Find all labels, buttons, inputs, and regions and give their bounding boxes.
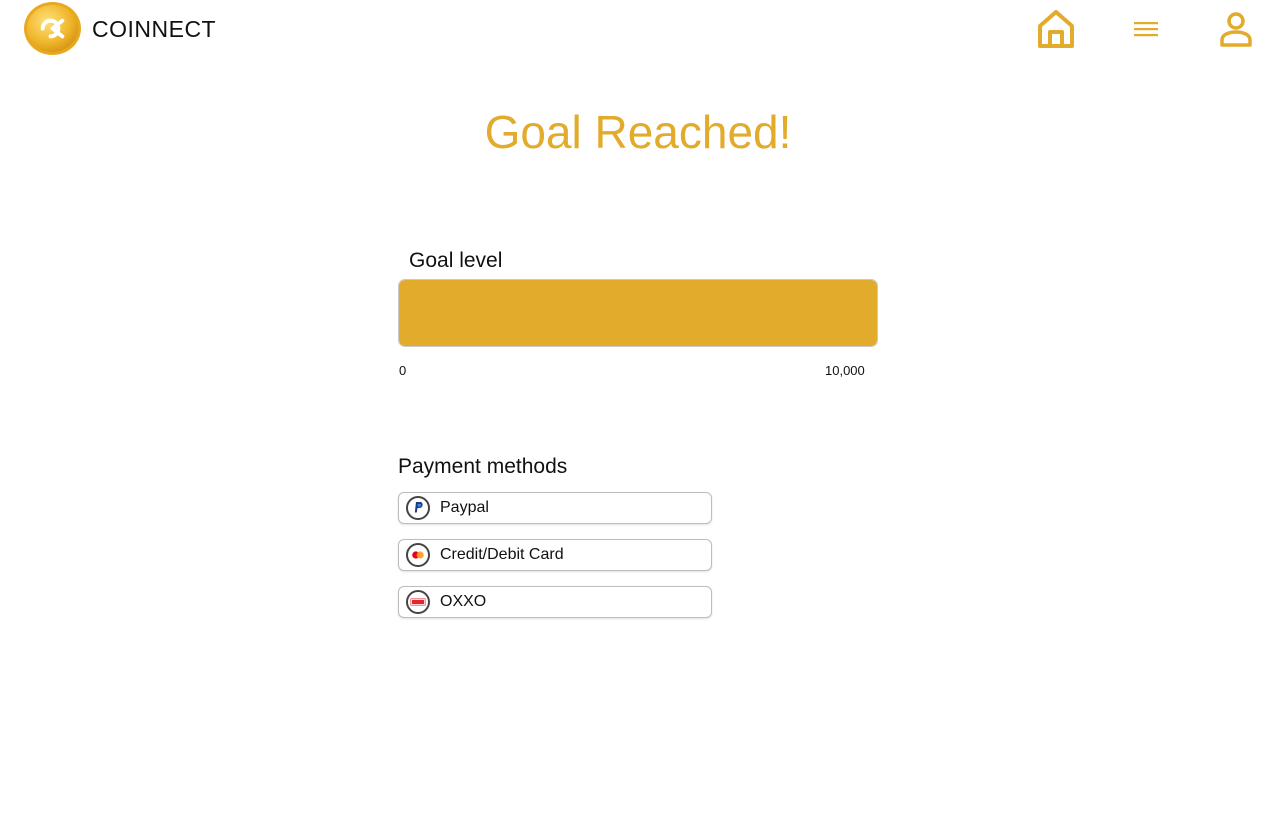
payment-methods-heading: Payment methods (398, 455, 568, 478)
payment-method-card[interactable]: Credit/Debit Card (398, 539, 712, 571)
top-nav-bar: COINNECT (0, 0, 1276, 60)
payment-method-paypal[interactable]: Paypal (398, 492, 712, 524)
payment-method-label: OXXO (440, 593, 487, 610)
goal-progress-bar (398, 279, 878, 347)
credit-card-icon (406, 543, 430, 567)
payment-method-label: Credit/Debit Card (440, 546, 564, 563)
goal-max-label: 10,000 (825, 363, 865, 378)
payment-method-label: Paypal (440, 499, 489, 516)
coinnect-logo-icon[interactable] (23, 1, 82, 56)
payment-method-oxxo[interactable]: OXXO (398, 586, 712, 618)
page-title: Goal Reached! (484, 106, 792, 158)
user-profile-icon[interactable] (1218, 10, 1254, 48)
goal-progress-fill (399, 280, 877, 346)
paypal-icon (406, 496, 430, 520)
goal-level-label: Goal level (409, 249, 503, 272)
goal-min-label: 0 (399, 363, 407, 378)
home-icon[interactable] (1036, 8, 1076, 50)
hamburger-menu-icon[interactable] (1132, 16, 1160, 42)
brand-name: COINNECT (92, 16, 217, 42)
oxxo-icon (406, 590, 430, 614)
